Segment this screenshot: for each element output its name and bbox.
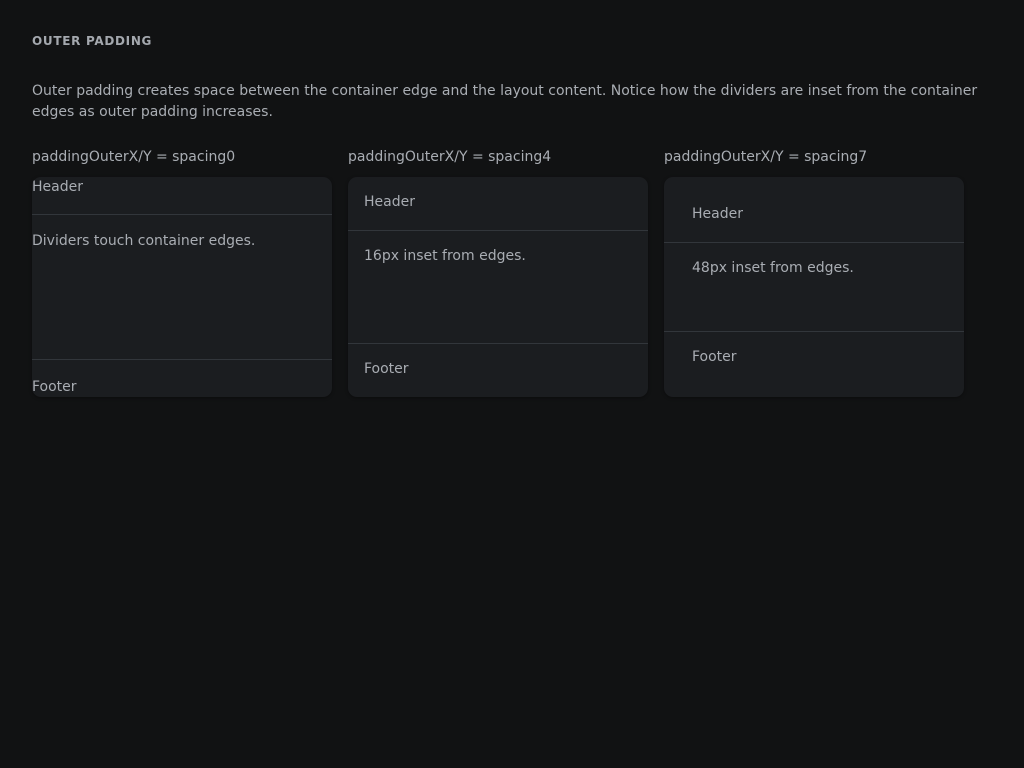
layout-card: Header Dividers touch container edges. F…	[32, 177, 332, 397]
example-label: paddingOuterX/Y = spacing0	[32, 149, 236, 165]
example-spacing0: paddingOuterX/Y = spacing0 Header Divide…	[32, 147, 332, 397]
card-body: Dividers touch container edges.	[32, 233, 256, 249]
card-content: Header Dividers touch container edges. F…	[32, 177, 332, 397]
example-label: paddingOuterX/Y = spacing7	[664, 149, 868, 165]
section-title: OUTER PADDING	[32, 34, 153, 48]
example-spacing4: paddingOuterX/Y = spacing4 Header 16px i…	[348, 147, 648, 397]
example-spacing7: paddingOuterX/Y = spacing7 Header 48px i…	[664, 147, 964, 397]
card-content: Header 48px inset from edges. Footer	[664, 177, 964, 397]
card-header: Header	[32, 179, 83, 195]
section-description: Outer padding creates space between the …	[32, 83, 978, 120]
card-header: Header	[364, 194, 415, 210]
card-footer: Footer	[32, 379, 77, 395]
card-footer: Footer	[692, 349, 737, 365]
card-body: 16px inset from edges.	[364, 248, 526, 264]
layout-card: Header 16px inset from edges. Footer	[348, 177, 648, 397]
card-content: Header 16px inset from edges. Footer	[348, 177, 648, 397]
card-header: Header	[692, 206, 743, 222]
card-footer: Footer	[364, 361, 409, 377]
card-body: 48px inset from edges.	[692, 260, 854, 276]
layout-card: Header 48px inset from edges. Footer	[664, 177, 964, 397]
example-label: paddingOuterX/Y = spacing4	[348, 149, 552, 165]
